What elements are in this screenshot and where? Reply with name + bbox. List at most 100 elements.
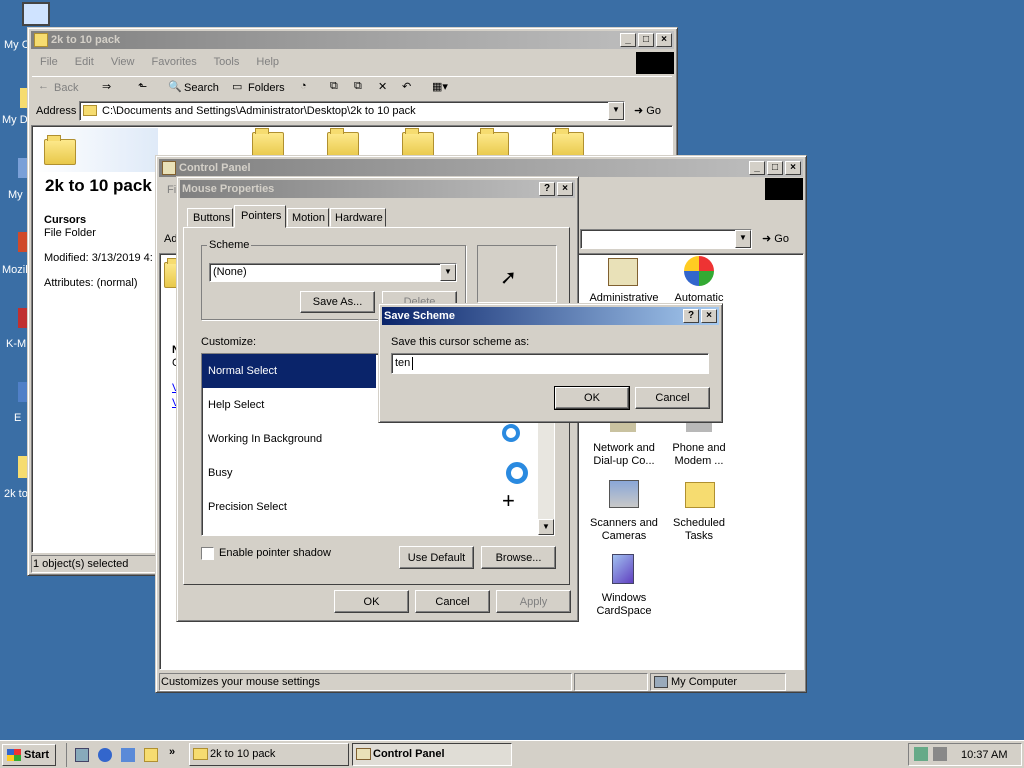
taskbar-item-2k-folder[interactable]: 2k to 10 pack bbox=[189, 743, 349, 766]
maximize-button[interactable]: □ bbox=[767, 161, 783, 175]
close-button[interactable]: × bbox=[656, 33, 672, 47]
menu-help[interactable]: Help bbox=[256, 56, 279, 68]
scanner-icon[interactable] bbox=[609, 480, 639, 508]
cp-label-cardspace[interactable]: Windows CardSpace bbox=[586, 592, 662, 618]
undo-icon[interactable]: ↶ bbox=[402, 80, 411, 93]
apply-button[interactable]: Apply bbox=[496, 590, 571, 613]
ie-icon[interactable] bbox=[98, 748, 112, 762]
control-panel-icon bbox=[356, 748, 371, 760]
cp-label-phone[interactable]: Phone and Modem ... bbox=[661, 442, 737, 468]
desktop-label-mozilla[interactable]: Mozil bbox=[2, 264, 28, 276]
save-scheme-prompt: Save this cursor scheme as: bbox=[391, 336, 530, 348]
minimize-button[interactable]: _ bbox=[620, 33, 636, 47]
chevron-down-icon[interactable]: ▼ bbox=[608, 102, 624, 120]
maximize-button[interactable]: □ bbox=[638, 33, 654, 47]
list-item-working-background[interactable]: Working In Background bbox=[202, 422, 554, 456]
start-button[interactable]: Start bbox=[2, 744, 56, 766]
desktop-label-my-documents[interactable]: My D bbox=[2, 114, 28, 126]
up-folder-icon[interactable]: ⬑ bbox=[138, 80, 147, 93]
menu-tools[interactable]: Tools bbox=[214, 56, 240, 68]
desktop-label-2k-folder[interactable]: 2k to bbox=[4, 488, 28, 500]
search-icon: 🔍 bbox=[168, 81, 182, 93]
desktop-label-my-computer[interactable]: My C bbox=[4, 39, 30, 51]
start-label: Start bbox=[24, 749, 50, 761]
minimize-button[interactable]: _ bbox=[749, 161, 765, 175]
menu-file[interactable]: Fi bbox=[167, 184, 176, 196]
scheme-name-input[interactable]: ten bbox=[391, 353, 709, 374]
search-icon[interactable] bbox=[144, 748, 158, 762]
go-button[interactable]: ➜ Go bbox=[634, 104, 661, 117]
menu-file[interactable]: File bbox=[40, 56, 58, 68]
tab-pointers[interactable]: Pointers bbox=[234, 205, 286, 228]
close-button[interactable]: × bbox=[701, 309, 717, 323]
cp-label-network[interactable]: Network and Dial-up Co... bbox=[586, 442, 662, 468]
search-button[interactable]: Search bbox=[184, 82, 219, 94]
delete-icon[interactable]: ✕ bbox=[378, 80, 387, 93]
desktop-label-ie[interactable]: E bbox=[14, 412, 21, 424]
cp-status-location: My Computer bbox=[671, 676, 738, 688]
tab-buttons[interactable]: Buttons bbox=[187, 208, 233, 227]
views-icon[interactable]: ▦▾ bbox=[432, 80, 448, 93]
cardspace-icon[interactable] bbox=[612, 554, 634, 584]
go-button[interactable]: ➜ Go bbox=[762, 232, 789, 245]
info-modified: Modified: 3/13/2019 4: bbox=[44, 252, 153, 264]
preview-box: ➚ bbox=[477, 245, 557, 303]
scheme-label: Scheme bbox=[207, 239, 252, 251]
forward-arrow-icon[interactable]: ⇒ bbox=[102, 80, 111, 93]
back-arrow-icon[interactable]: ← bbox=[38, 80, 49, 92]
windows-update-icon[interactable] bbox=[684, 256, 714, 286]
my-computer-icon[interactable] bbox=[22, 2, 50, 26]
move-to-icon[interactable]: ⧉ bbox=[330, 80, 338, 93]
volume-icon[interactable] bbox=[933, 747, 947, 761]
busy-cursor-icon bbox=[502, 424, 520, 442]
admin-tools-icon[interactable] bbox=[608, 258, 638, 286]
history-icon[interactable]: ◔ bbox=[300, 80, 307, 92]
scroll-down-icon[interactable]: ▼ bbox=[538, 519, 554, 535]
close-button[interactable]: × bbox=[785, 161, 801, 175]
network-tray-icon[interactable] bbox=[914, 747, 928, 761]
outlook-icon[interactable] bbox=[121, 748, 135, 762]
scheduled-tasks-icon[interactable] bbox=[685, 482, 715, 508]
cancel-button[interactable]: Cancel bbox=[415, 590, 490, 613]
clock[interactable]: 10:37 AM bbox=[961, 749, 1007, 761]
help-button[interactable]: ? bbox=[539, 182, 555, 196]
tab-motion[interactable]: Motion bbox=[287, 208, 329, 227]
copy-to-icon[interactable]: ⧉ bbox=[354, 80, 362, 93]
mouse-properties-titlebar[interactable]: Mouse Properties ? × bbox=[180, 180, 575, 198]
back-button[interactable]: Back bbox=[54, 82, 78, 94]
taskbar-item-control-panel[interactable]: Control Panel bbox=[352, 743, 512, 766]
close-button[interactable]: × bbox=[557, 182, 573, 196]
chevron-down-icon[interactable]: ▼ bbox=[735, 230, 751, 248]
help-button[interactable]: ? bbox=[683, 309, 699, 323]
show-desktop-icon[interactable] bbox=[75, 748, 89, 762]
menu-edit[interactable]: Edit bbox=[75, 56, 94, 68]
shadow-checkbox[interactable] bbox=[201, 547, 214, 560]
desktop-label-network[interactable]: My bbox=[8, 189, 23, 201]
folders-button[interactable]: Folders bbox=[248, 82, 285, 94]
address-field[interactable]: ▼ bbox=[580, 229, 752, 249]
save-as-button[interactable]: Save As... bbox=[300, 291, 375, 313]
browse-button[interactable]: Browse... bbox=[481, 546, 556, 569]
folder-title: 2k to 10 pack bbox=[45, 176, 152, 195]
chevron-down-icon[interactable]: ▼ bbox=[440, 264, 456, 281]
chevron-right-icon[interactable]: » bbox=[169, 746, 175, 758]
address-field[interactable]: C:\Documents and Settings\Administrator\… bbox=[79, 101, 625, 121]
cp-label-scheduled[interactable]: Scheduled Tasks bbox=[661, 517, 737, 543]
quicklaunch: » bbox=[66, 743, 180, 767]
ok-button[interactable]: OK bbox=[334, 590, 409, 613]
save-scheme-ok-button[interactable]: OK bbox=[554, 386, 630, 410]
save-scheme-cancel-button[interactable]: Cancel bbox=[635, 387, 710, 409]
tab-hardware[interactable]: Hardware bbox=[330, 208, 386, 227]
list-item-normal-select[interactable]: Normal Select bbox=[202, 354, 376, 388]
save-scheme-titlebar[interactable]: Save Scheme ? × bbox=[382, 307, 719, 325]
control-panel-titlebar[interactable]: Control Panel _ □ × bbox=[159, 159, 803, 177]
use-default-button[interactable]: Use Default bbox=[399, 546, 474, 569]
desktop-label-kmeleon[interactable]: K-M bbox=[6, 338, 26, 350]
list-item-busy[interactable]: Busy bbox=[202, 456, 554, 490]
cp-label-scanners[interactable]: Scanners and Cameras bbox=[586, 517, 662, 543]
menu-favorites[interactable]: Favorites bbox=[152, 56, 197, 68]
menu-view[interactable]: View bbox=[111, 56, 135, 68]
folders-icon: ▭ bbox=[232, 81, 243, 93]
scheme-select[interactable]: (None) ▼ bbox=[209, 263, 457, 282]
explorer-titlebar[interactable]: 2k to 10 pack _ □ × bbox=[31, 31, 674, 49]
